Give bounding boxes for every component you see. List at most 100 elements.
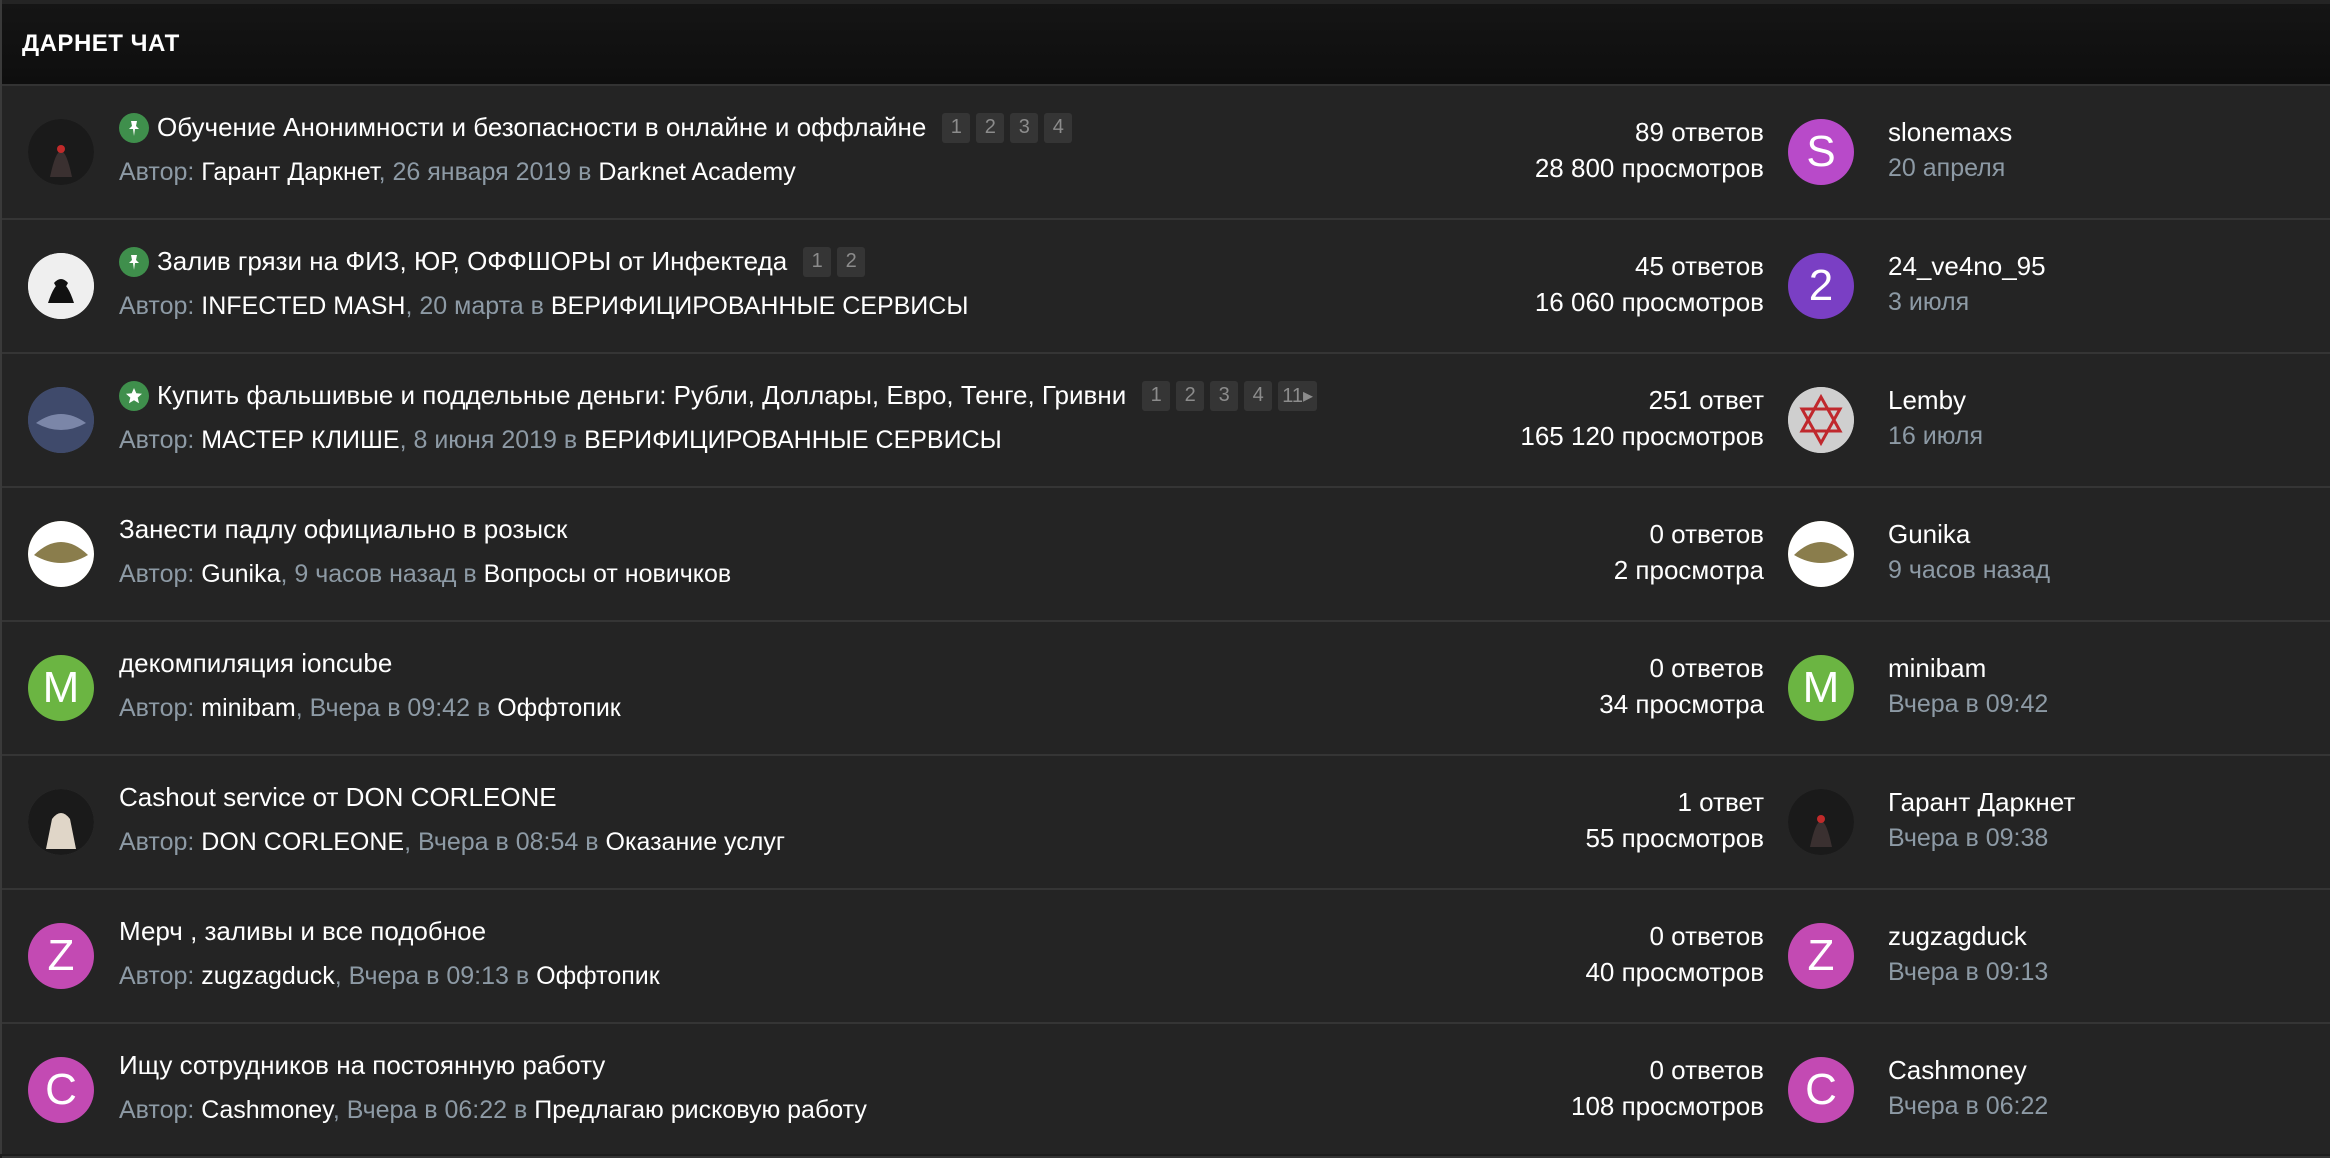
- page-link[interactable]: 2: [837, 246, 866, 277]
- author-avatar[interactable]: [28, 387, 94, 453]
- last-post-date-link[interactable]: 9 часов назад: [1888, 552, 2050, 588]
- thread-date: Вчера в 08:54: [418, 828, 579, 856]
- thread-meta: Автор: МАСТЕР КЛИШЕ, 8 июня 2019 в ВЕРИФ…: [119, 426, 1002, 455]
- avatar-letter: S: [1806, 127, 1836, 176]
- author-avatar[interactable]: M: [28, 655, 94, 721]
- last-post-date-link[interactable]: 3 июля: [1888, 284, 2046, 320]
- author-avatar[interactable]: [28, 521, 94, 587]
- author-link[interactable]: minibam: [201, 694, 295, 722]
- thread-row[interactable]: Занести падлу официально в розыск Автор: …: [2, 488, 2330, 622]
- author-link[interactable]: DON CORLEONE: [201, 828, 404, 856]
- page-link[interactable]: 3: [1010, 112, 1039, 143]
- thread-row[interactable]: Залив грязи на ФИЗ, ЮР, ОФФШОРЫ от Инфек…: [2, 220, 2330, 354]
- last-poster-link[interactable]: zugzagduck: [1888, 918, 2048, 954]
- meta-comma: ,: [405, 292, 420, 320]
- last-poster-avatar[interactable]: [1788, 521, 1854, 587]
- last-poster-link[interactable]: Гарант Даркнет: [1888, 784, 2075, 820]
- forum-link[interactable]: ВЕРИФИЦИРОВАННЫЕ СЕРВИСЫ: [551, 292, 969, 320]
- last-poster-link[interactable]: Cashmoney: [1888, 1052, 2048, 1088]
- page-jump: 1234: [942, 112, 1078, 143]
- meta-comma: ,: [334, 962, 349, 990]
- meta-in: в: [507, 1096, 535, 1124]
- last-poster-avatar[interactable]: 2: [1788, 253, 1854, 319]
- thread-title-link[interactable]: декомпиляция ioncube: [119, 648, 392, 679]
- meta-in: в: [470, 694, 498, 722]
- page-link[interactable]: 4: [1244, 380, 1273, 411]
- author-link[interactable]: Cashmoney: [201, 1096, 333, 1124]
- forum-link[interactable]: Оказание услуг: [606, 828, 785, 856]
- thread-title-line: Cashout service от DON CORLEONE: [119, 782, 557, 813]
- pin-icon: [119, 246, 149, 277]
- last-post-date-link[interactable]: 20 апреля: [1888, 150, 2012, 186]
- forum-link[interactable]: Оффтопик: [497, 694, 621, 722]
- last-post-date-link[interactable]: Вчера в 09:38: [1888, 820, 2075, 856]
- thread-row[interactable]: Z Мерч , заливы и все подобное Автор: zugz…: [2, 890, 2330, 1024]
- forum-link[interactable]: Darknet Academy: [598, 158, 795, 186]
- forum-link[interactable]: Оффтопик: [536, 962, 660, 990]
- last-poster-avatar[interactable]: M: [1788, 655, 1854, 721]
- author-prefix: Автор:: [119, 962, 202, 990]
- last-post-date-link[interactable]: Вчера в 09:42: [1888, 686, 2048, 722]
- meta-in: в: [578, 828, 606, 856]
- author-avatar[interactable]: [28, 789, 94, 855]
- author-link[interactable]: zugzagduck: [201, 962, 334, 990]
- thread-row[interactable]: Купить фальшивые и поддельные деньги: Ру…: [2, 354, 2330, 488]
- thread-title-link[interactable]: Ищу сотрудников на постоянную работу: [119, 1050, 605, 1081]
- page-link[interactable]: 2: [1176, 380, 1205, 411]
- author-prefix: Автор:: [119, 560, 202, 588]
- last-poster-avatar[interactable]: S: [1788, 119, 1854, 185]
- last-poster-avatar[interactable]: Z: [1788, 923, 1854, 989]
- thread-row[interactable]: Cashout service от DON CORLEONE Автор: DO…: [2, 756, 2330, 890]
- page-link[interactable]: 2: [976, 112, 1005, 143]
- last-post-date-link[interactable]: Вчера в 09:13: [1888, 954, 2048, 990]
- page-link[interactable]: 4: [1044, 112, 1073, 143]
- views-count: 40 просмотров: [1585, 957, 1764, 987]
- replies-count: 251 ответ: [1648, 385, 1764, 415]
- section-header: ДАРНЕТ ЧАТ: [2, 4, 2330, 86]
- last-poster-link[interactable]: Lemby: [1888, 382, 1983, 418]
- star-icon: [119, 380, 149, 411]
- author-link[interactable]: INFECTED MASH: [201, 292, 405, 320]
- author-avatar[interactable]: [28, 119, 94, 185]
- page-link[interactable]: 3: [1210, 380, 1239, 411]
- thread-stats: 0 ответов 108 просмотров: [1571, 1052, 1764, 1124]
- author-link[interactable]: Гарант Даркнет: [201, 158, 378, 186]
- last-poster-link[interactable]: Gunika: [1888, 516, 2050, 552]
- last-poster-avatar[interactable]: [1788, 387, 1854, 453]
- last-poster-avatar[interactable]: [1788, 789, 1854, 855]
- thread-title-link[interactable]: Залив грязи на ФИЗ, ЮР, ОФФШОРЫ от Инфек…: [157, 246, 787, 277]
- author-link[interactable]: Gunika: [201, 560, 280, 588]
- forum-link[interactable]: Предлагаю рисковую работу: [534, 1096, 867, 1124]
- page-link[interactable]: 11▸: [1278, 380, 1318, 411]
- thread-title-line: Купить фальшивые и поддельные деньги: Ру…: [119, 380, 1323, 411]
- meta-comma: ,: [404, 828, 418, 856]
- thread-row[interactable]: Обучение Анонимности и безопасности в он…: [2, 86, 2330, 220]
- last-poster-link[interactable]: slonemaxs: [1888, 114, 2012, 150]
- thread-title-link[interactable]: Cashout service от DON CORLEONE: [119, 782, 557, 813]
- thread-date: 8 июня 2019: [413, 426, 557, 454]
- last-poster-avatar[interactable]: C: [1788, 1057, 1854, 1123]
- author-link[interactable]: МАСТЕР КЛИШЕ: [201, 426, 399, 454]
- page-link[interactable]: 1: [803, 246, 832, 277]
- author-avatar[interactable]: [28, 253, 94, 319]
- page-link[interactable]: 1: [1142, 380, 1171, 411]
- thread-title-link[interactable]: Купить фальшивые и поддельные деньги: Ру…: [157, 380, 1126, 411]
- forum-link[interactable]: Вопросы от новичков: [484, 560, 731, 588]
- author-avatar[interactable]: C: [28, 1057, 94, 1123]
- meta-in: в: [523, 292, 551, 320]
- thread-title-link[interactable]: Обучение Анонимности и безопасности в он…: [157, 112, 926, 143]
- last-poster-link[interactable]: minibam: [1888, 650, 2048, 686]
- thread-title-link[interactable]: Мерч , заливы и все подобное: [119, 916, 486, 947]
- forum-link[interactable]: ВЕРИФИЦИРОВАННЫЕ СЕРВИСЫ: [584, 426, 1002, 454]
- avatar-letter: M: [42, 663, 80, 712]
- meta-comma: ,: [378, 158, 393, 186]
- last-poster-link[interactable]: 24_ve4no_95: [1888, 248, 2046, 284]
- last-post-date-link[interactable]: Вчера в 06:22: [1888, 1088, 2048, 1124]
- page-link[interactable]: 1: [942, 112, 971, 143]
- meta-comma: ,: [399, 426, 414, 454]
- thread-row[interactable]: Mдекомпиляция ioncube Автор: minibam, Вче…: [2, 622, 2330, 756]
- author-avatar[interactable]: Z: [28, 923, 94, 989]
- thread-row[interactable]: C Ищу сотрудников на постоянную работу Авт…: [2, 1024, 2330, 1158]
- thread-title-link[interactable]: Занести падлу официально в розыск: [119, 514, 567, 545]
- last-post-date-link[interactable]: 16 июля: [1888, 418, 1983, 454]
